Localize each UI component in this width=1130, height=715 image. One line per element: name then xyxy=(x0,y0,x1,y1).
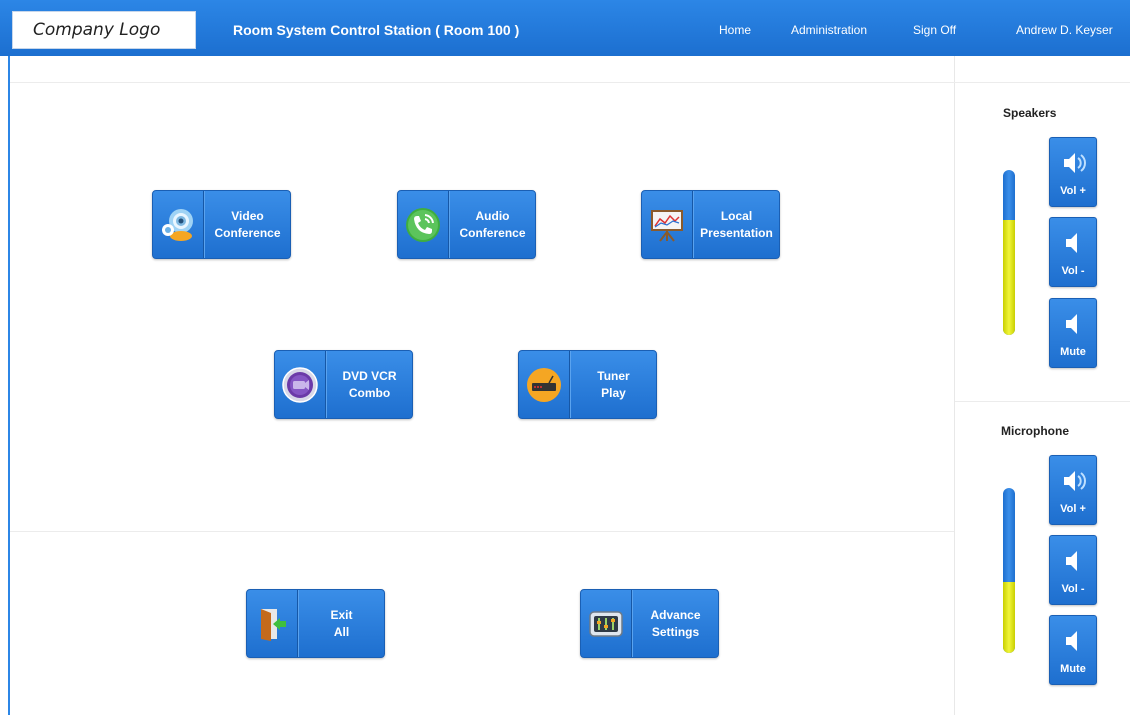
speaker-loud-icon xyxy=(1050,466,1096,496)
top-divider xyxy=(10,82,1130,83)
local-presentation-label: Local Presentation xyxy=(700,208,773,240)
microphone-title: Microphone xyxy=(1001,424,1069,438)
speaker-icon xyxy=(1050,546,1096,576)
video-conference-label: Video Conference xyxy=(214,208,281,240)
settings-panel-icon xyxy=(581,590,632,657)
dvd-icon xyxy=(275,351,326,418)
audio-conference-button[interactable]: Audio Conference xyxy=(397,190,536,259)
speaker-mute-icon xyxy=(1050,626,1096,656)
tuner-play-button[interactable]: Tuner Play xyxy=(518,350,657,419)
tuner-icon xyxy=(519,351,570,418)
speakers-title: Speakers xyxy=(1003,106,1057,120)
speaker-icon xyxy=(1050,228,1096,258)
microphone-vol-down-label: Vol - xyxy=(1061,583,1085,595)
microphone-vol-up-label: Vol + xyxy=(1060,503,1086,515)
advance-settings-button[interactable]: Advance Settings xyxy=(580,589,719,658)
frame-border-left xyxy=(8,56,10,715)
advance-settings-label: Advance Settings xyxy=(650,607,701,639)
main-divider xyxy=(10,531,954,532)
audio-conference-label: Audio Conference xyxy=(459,208,526,240)
exit-all-button[interactable]: Exit All xyxy=(246,589,385,658)
speakers-vol-down-label: Vol - xyxy=(1061,265,1085,277)
exit-all-label: Exit All xyxy=(330,607,353,639)
speakers-level-meter[interactable] xyxy=(1003,170,1015,335)
speakers-level-fill xyxy=(1003,219,1015,335)
company-logo: Company Logo xyxy=(12,11,196,49)
speakers-mute-button[interactable]: Mute xyxy=(1049,298,1097,368)
panel-divider-vertical xyxy=(954,56,955,715)
header-bar: Company Logo Room System Control Station… xyxy=(0,0,1130,56)
user-name: Andrew D. Keyser xyxy=(1016,23,1113,37)
speakers-mute-label: Mute xyxy=(1060,346,1086,358)
nav-sign-off-link[interactable]: Sign Off xyxy=(913,23,956,37)
dvd-vcr-combo-button[interactable]: DVD VCR Combo xyxy=(274,350,413,419)
speakers-volume-up-button[interactable]: Vol + xyxy=(1049,137,1097,207)
presentation-board-icon xyxy=(642,191,693,258)
microphone-mute-label: Mute xyxy=(1060,663,1086,675)
local-presentation-button[interactable]: Local Presentation xyxy=(641,190,780,259)
speaker-mute-icon xyxy=(1050,309,1096,339)
exit-door-icon xyxy=(247,590,298,657)
nav-administration-link[interactable]: Administration xyxy=(791,23,867,37)
sidebar-divider xyxy=(955,401,1130,402)
video-conference-button[interactable]: Video Conference xyxy=(152,190,291,259)
microphone-level-meter[interactable] xyxy=(1003,488,1015,653)
microphone-volume-up-button[interactable]: Vol + xyxy=(1049,455,1097,525)
speaker-loud-icon xyxy=(1050,148,1096,178)
page-title: Room System Control Station ( Room 100 ) xyxy=(233,22,520,38)
microphone-volume-down-button[interactable]: Vol - xyxy=(1049,535,1097,605)
microphone-level-fill xyxy=(1003,582,1015,653)
microphone-mute-button[interactable]: Mute xyxy=(1049,615,1097,685)
dvd-vcr-combo-label: DVD VCR Combo xyxy=(342,368,397,400)
webcam-icon xyxy=(153,191,204,258)
speakers-volume-down-button[interactable]: Vol - xyxy=(1049,217,1097,287)
tuner-play-label: Tuner Play xyxy=(597,368,630,400)
nav-home-link[interactable]: Home xyxy=(719,23,751,37)
speakers-vol-up-label: Vol + xyxy=(1060,185,1086,197)
phone-icon xyxy=(398,191,449,258)
